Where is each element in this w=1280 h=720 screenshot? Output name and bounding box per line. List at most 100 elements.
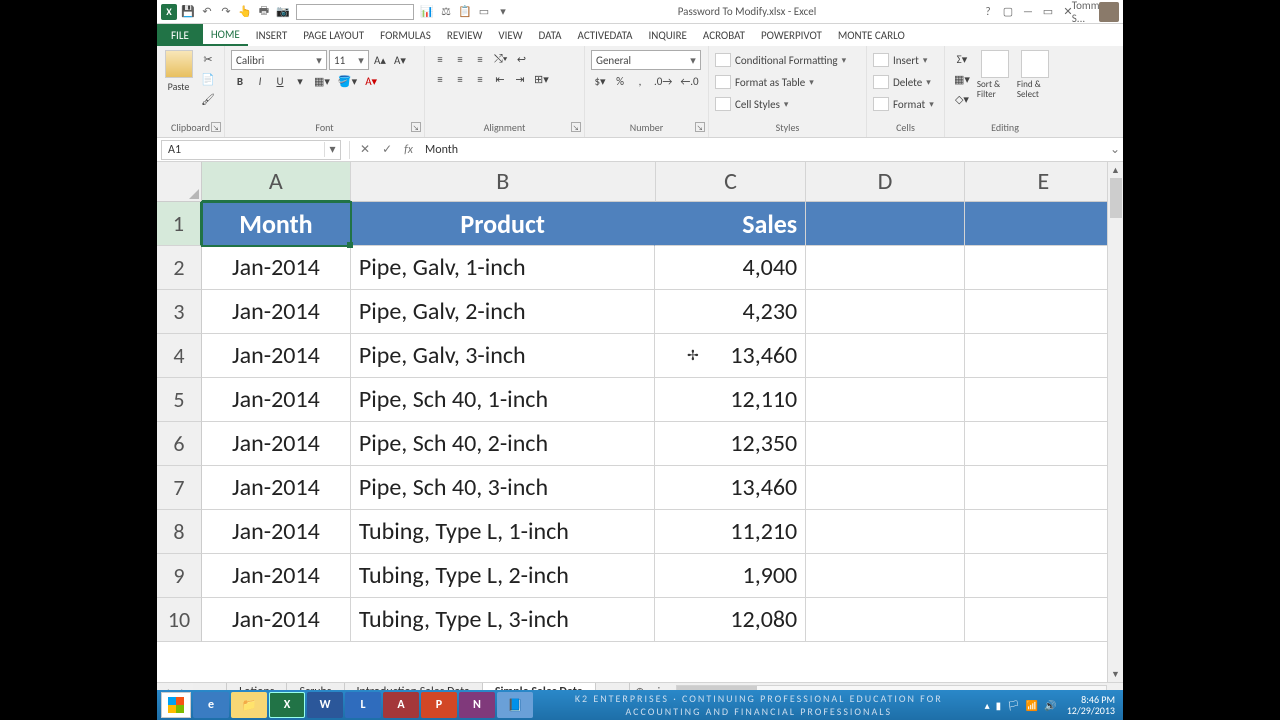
cell[interactable] <box>806 378 964 422</box>
cell[interactable]: Jan-2014 <box>202 422 351 466</box>
cell[interactable]: Tubing, Type L, 3-inch <box>351 598 656 642</box>
cell[interactable]: 1,900 <box>655 554 806 598</box>
paste-button[interactable]: Paste <box>163 50 194 93</box>
cell[interactable]: 4,230 <box>655 290 806 334</box>
tray-network-icon[interactable]: 📶 <box>1026 699 1038 712</box>
sort-filter-button[interactable]: Sort & Filter <box>977 50 1013 100</box>
fx-icon[interactable]: fx <box>398 143 419 157</box>
tray-up-icon[interactable]: ▴ <box>985 699 990 712</box>
tray-volume-icon[interactable]: 🔊 <box>1044 699 1056 712</box>
qat-window-icon[interactable]: ▭ <box>476 4 492 20</box>
column-header[interactable]: A <box>202 162 351 202</box>
cell[interactable] <box>806 598 964 642</box>
cell[interactable]: Jan-2014 <box>202 334 351 378</box>
column-header[interactable]: D <box>806 162 964 202</box>
align-top-icon[interactable]: ≡ <box>431 50 449 68</box>
system-tray[interactable]: ▴ ▮ 🏳 📶 🔊 8:46 PM 12/29/2013 <box>985 694 1119 716</box>
italic-button[interactable]: I <box>251 72 269 90</box>
cell[interactable]: Jan-2014 <box>202 598 351 642</box>
scroll-thumb[interactable] <box>1110 178 1122 218</box>
scroll-up-icon[interactable]: ▲ <box>1108 162 1123 178</box>
cell[interactable]: Jan-2014 <box>202 466 351 510</box>
qat-camera-icon[interactable]: 📷 <box>275 4 291 20</box>
underline-dropdown-icon[interactable]: ▾ <box>291 72 309 90</box>
row-header[interactable]: 2 <box>157 246 202 290</box>
cell[interactable] <box>965 334 1123 378</box>
column-header[interactable]: E <box>965 162 1123 202</box>
avatar[interactable] <box>1099 2 1119 22</box>
maximize-icon[interactable]: ▭ <box>1039 3 1057 21</box>
qat-copy-icon[interactable]: 📋 <box>457 4 473 20</box>
comma-format-icon[interactable]: , <box>631 72 649 90</box>
tab-page-layout[interactable]: PAGE LAYOUT <box>295 24 372 46</box>
select-all-corner[interactable] <box>157 162 202 202</box>
dialog-launcher-icon[interactable]: ↘ <box>571 122 581 132</box>
cell[interactable]: 13,460 <box>655 334 806 378</box>
tab-powerpivot[interactable]: POWERPIVOT <box>753 24 830 46</box>
cell[interactable]: 12,080 <box>655 598 806 642</box>
taskbar-powerpoint-icon[interactable]: P <box>421 692 457 718</box>
borders-button[interactable]: ▦▾ <box>311 72 333 90</box>
taskbar-onenote-icon[interactable]: N <box>459 692 495 718</box>
cell[interactable]: Pipe, Galv, 1-inch <box>351 246 656 290</box>
decrease-decimal-icon[interactable]: ←.0 <box>677 72 701 90</box>
cell[interactable] <box>806 510 964 554</box>
cell[interactable]: Sales <box>655 202 806 246</box>
scroll-down-icon[interactable]: ▼ <box>1108 666 1123 682</box>
name-box[interactable]: A1▾ <box>161 140 341 160</box>
cell[interactable] <box>965 598 1123 642</box>
merge-center-icon[interactable]: ⊞▾ <box>531 70 552 88</box>
row-header[interactable]: 8 <box>157 510 202 554</box>
taskbar-word-icon[interactable]: W <box>307 692 343 718</box>
column-header[interactable]: C <box>656 162 807 202</box>
taskbar-access-icon[interactable]: A <box>383 692 419 718</box>
cell[interactable] <box>806 554 964 598</box>
help-icon[interactable]: ? <box>979 3 997 21</box>
cell[interactable]: Pipe, Galv, 2-inch <box>351 290 656 334</box>
cell[interactable] <box>806 246 964 290</box>
taskbar-ie-icon[interactable]: e <box>193 692 229 718</box>
cell[interactable] <box>806 466 964 510</box>
tray-action-icon[interactable]: ▮ <box>996 699 1002 712</box>
insert-cells-button[interactable]: Insert▾ <box>873 50 934 70</box>
expand-formula-bar-icon[interactable]: ⌄ <box>1107 142 1123 157</box>
cell[interactable] <box>965 422 1123 466</box>
row-header[interactable]: 10 <box>157 598 202 642</box>
cell[interactable] <box>965 510 1123 554</box>
start-button[interactable] <box>161 692 191 718</box>
format-painter-icon[interactable]: 🖌 <box>198 90 218 108</box>
align-right-icon[interactable]: ≡ <box>471 70 489 88</box>
number-format-combo[interactable]: General▾ <box>591 50 701 70</box>
align-bottom-icon[interactable]: ≡ <box>471 50 489 68</box>
cell[interactable]: Pipe, Sch 40, 2-inch <box>351 422 656 466</box>
cell[interactable]: Jan-2014 <box>202 246 351 290</box>
format-cells-button[interactable]: Format▾ <box>873 94 934 114</box>
qat-chart-icon[interactable]: 📊 <box>419 4 435 20</box>
accounting-format-icon[interactable]: $▾ <box>591 72 609 90</box>
cell-styles-button[interactable]: Cell Styles▾ <box>715 94 846 114</box>
chevron-down-icon[interactable]: ▾ <box>324 142 340 157</box>
clear-icon[interactable]: ◇▾ <box>951 90 973 108</box>
row-header[interactable]: 3 <box>157 290 202 334</box>
tab-view[interactable]: VIEW <box>490 24 530 46</box>
cell[interactable]: 13,460 <box>655 466 806 510</box>
cell[interactable] <box>965 202 1123 246</box>
tab-activedata[interactable]: ACTIVEDATA <box>570 24 641 46</box>
cell[interactable] <box>806 334 964 378</box>
copy-icon[interactable]: 📄 <box>198 70 218 88</box>
format-as-table-button[interactable]: Format as Table▾ <box>715 72 846 92</box>
qat-search-input[interactable] <box>296 4 414 20</box>
cell[interactable] <box>806 290 964 334</box>
dialog-launcher-icon[interactable]: ↘ <box>211 122 221 132</box>
cut-icon[interactable]: ✂ <box>198 50 218 68</box>
row-header[interactable]: 9 <box>157 554 202 598</box>
bold-button[interactable]: B <box>231 72 249 90</box>
ribbon-options-icon[interactable]: ▢ <box>999 3 1017 21</box>
autosum-icon[interactable]: Σ▾ <box>951 50 973 68</box>
vertical-scrollbar[interactable]: ▲ ▼ <box>1107 162 1123 682</box>
cell[interactable]: Pipe, Sch 40, 3-inch <box>351 466 656 510</box>
user-name[interactable]: Tommy S... <box>1079 3 1097 21</box>
qat-quickprint-icon[interactable]: 🖶 <box>256 4 272 20</box>
find-select-button[interactable]: Find & Select <box>1017 50 1053 100</box>
qat-scale-icon[interactable]: ⚖ <box>438 4 454 20</box>
